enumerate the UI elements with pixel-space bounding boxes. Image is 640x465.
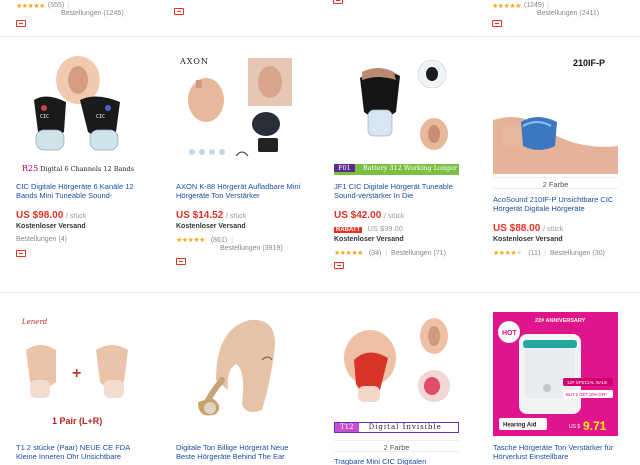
caption-spec: Battery 312 Working Longer: [362, 164, 458, 172]
caption-model: F01: [334, 164, 355, 172]
rating-stars: ★★★★★: [492, 3, 521, 10]
price-value: US $88.00: [493, 223, 541, 234]
orders-count: Bestellungen (3919): [220, 245, 283, 252]
image-caption: T12 Digital Invisible: [334, 422, 459, 433]
rating-stars: ★★★★: [493, 250, 517, 257]
rating-count: (861): [210, 237, 228, 244]
product-title[interactable]: AXON K-88 Hörgerät Aufladbare Mini Hörge…: [176, 182, 301, 200]
image-caption: F01 Battery 312 Working Longer: [334, 164, 459, 175]
product-price: US $88.00 / stück: [493, 223, 563, 234]
price-unit: / stück: [66, 213, 87, 220]
color-options[interactable]: 2 Farbe: [493, 177, 618, 189]
orders-count: Bestellungen (71): [391, 250, 446, 257]
promo-badge-icon[interactable]: [16, 20, 156, 29]
color-options[interactable]: 2 Farbe: [334, 440, 459, 452]
us-text: US $: [569, 424, 580, 430]
promo-badge-icon[interactable]: [16, 250, 26, 259]
product-image[interactable]: 210IF-P: [493, 50, 618, 174]
product-price: US $98.00 / stück: [16, 210, 86, 221]
top-cell-1: ★★★★★ (555) | Bestellungen (1245): [16, 0, 156, 36]
rating-count: (34): [368, 250, 382, 257]
image-caption: R25 Digital 6 Channels 12 Bands: [22, 164, 142, 173]
product-title[interactable]: AcoSound 210IF-P Unsichtbare CIC Hörgerä…: [493, 195, 618, 213]
top-cell-4: ★★★★★ (1249) | Bestellungen (2411): [492, 0, 632, 36]
orders-count: Bestellungen (30): [550, 250, 605, 257]
hearing-text: Hearing Aid: [503, 423, 537, 429]
product-title[interactable]: Tasche Hörgeräte Ton Verstärker für Hörv…: [493, 443, 618, 461]
price-unit: / stück: [543, 226, 564, 233]
discount-line: RABATT US $39.00: [334, 224, 403, 233]
product-image[interactable]: Lenerd + 1 Pair (L+R): [16, 310, 141, 430]
caption-spec: Digital 6 Channels 12 Bands: [40, 165, 135, 173]
promo-badge-icon[interactable]: [176, 258, 186, 267]
promo-badge-icon[interactable]: [333, 0, 473, 6]
product-image[interactable]: [176, 310, 301, 434]
rating-line: ★★★★★ (861) |: [176, 237, 233, 244]
product-title[interactable]: JF1 CIC Digitale Hörgerät Tuneable Sound…: [334, 182, 459, 200]
promo-badge-icon[interactable]: [334, 262, 344, 271]
price-value: US $42.00: [334, 210, 382, 221]
original-price: US $39.00: [367, 224, 403, 233]
orders-count: Bestellungen (4): [16, 236, 67, 243]
rating-line: ★★★★★ (1249) |: [492, 2, 549, 10]
rating-stars: ★★★★★: [334, 250, 363, 257]
rating-count: (1249): [523, 2, 545, 9]
sale2-text: BUY 2 GET 10% OFF: [566, 392, 607, 397]
rating-line: ★★★★★ (11) | Bestellungen (30): [493, 250, 605, 257]
top-cell-3: [333, 0, 473, 36]
product-title[interactable]: Tragbare Mini CIC Digitalen: [334, 457, 459, 465]
product-price: US $42.00 / stück: [334, 210, 404, 221]
discount-badge: RABATT: [334, 227, 363, 233]
product-image[interactable]: AXON: [176, 52, 301, 174]
row-divider: [0, 36, 640, 37]
product-title[interactable]: T1 2 stücke (Paar) NEUE CE FDA Kleine In…: [16, 443, 141, 461]
rating-count: (555): [47, 2, 65, 9]
price-unit: / stück: [384, 213, 405, 220]
svg-text:CIC: CIC: [96, 114, 105, 120]
shipping-label: Kostenloser Versand: [176, 223, 246, 230]
anniversary-text: 22# ANNIVERSARY: [535, 318, 586, 324]
product-image[interactable]: 22# ANNIVERSARY HOT 12# SPECIAL SALE BUY…: [493, 312, 618, 436]
promo-price-text: 9.71: [583, 419, 607, 433]
promo-badge-icon[interactable]: [174, 8, 314, 17]
product-price: US $14.52 / stück: [176, 210, 246, 221]
caption-spec: Digital Invisible: [368, 423, 442, 431]
rating-line: ★★★★★ (555) |: [16, 2, 70, 10]
brand-text: AXON: [179, 57, 209, 66]
previous-row-tail: ★★★★★ (555) | Bestellungen (1245) ★★★★★ …: [0, 0, 640, 36]
product-image[interactable]: CIC CIC: [16, 52, 141, 174]
row-divider: [0, 292, 640, 293]
caption-model: T12: [335, 423, 359, 432]
price-value: US $98.00: [16, 210, 64, 221]
model-text: 210IF-P: [573, 58, 605, 68]
svg-text:CIC: CIC: [40, 114, 49, 120]
caption-model: R25: [22, 164, 39, 173]
rating-stars: ★★★★★: [16, 3, 45, 10]
shipping-label: Kostenloser Versand: [493, 236, 563, 243]
sale1-text: 12# SPECIAL SALE: [567, 380, 607, 385]
pair-label-text: 1 Pair (L+R): [52, 416, 102, 426]
product-image[interactable]: [334, 314, 459, 420]
promo-badge-icon[interactable]: [492, 20, 632, 29]
price-value: US $14.52: [176, 210, 224, 221]
shipping-label: Kostenloser Versand: [16, 223, 86, 230]
logo-text: Lenerd: [21, 318, 48, 326]
product-title[interactable]: Digitale Ton Billige Hörgerät Neue Beste…: [176, 443, 301, 461]
shipping-label: Kostenloser Versand: [334, 236, 404, 243]
plus-text: +: [72, 365, 81, 382]
price-unit: / stück: [226, 213, 247, 220]
orders-count: Bestellungen (1245): [61, 10, 124, 17]
rating-count: (11): [528, 250, 541, 257]
hot-text: HOT: [502, 330, 518, 337]
top-cell-2: [174, 0, 314, 36]
product-image[interactable]: [334, 50, 459, 164]
product-title[interactable]: CIC Digitale Hörgeräte 6 Kanäle 12 Bands…: [16, 182, 141, 200]
orders-count: Bestellungen (2411): [537, 10, 600, 17]
rating-line: ★★★★★ (34) | Bestellungen (71): [334, 250, 446, 257]
rating-stars: ★★★★★: [176, 237, 205, 244]
